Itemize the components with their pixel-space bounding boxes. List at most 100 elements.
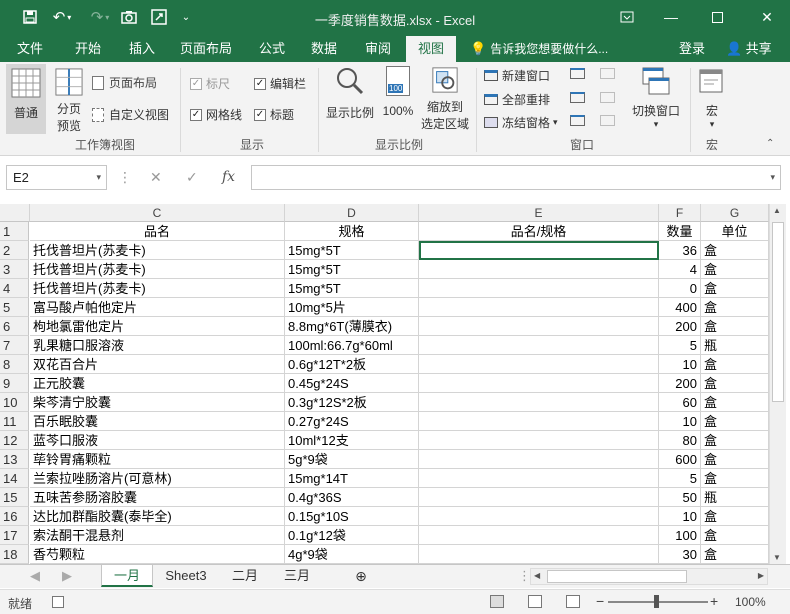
add-sheet-icon[interactable]: ⊕ xyxy=(350,565,372,587)
table-cell[interactable]: 10 xyxy=(659,412,701,431)
tab-review[interactable]: 审阅 xyxy=(356,36,400,62)
zoom-level[interactable]: 100% xyxy=(735,595,766,609)
table-cell[interactable]: 盒 xyxy=(701,526,769,545)
zoom-slider-thumb[interactable] xyxy=(654,595,659,608)
table-cell[interactable]: 正元胶囊 xyxy=(30,374,285,393)
table-cell[interactable]: 盒 xyxy=(701,279,769,298)
table-cell[interactable]: 200 xyxy=(659,317,701,336)
table-cell[interactable]: 托伐普坦片(苏麦卡) xyxy=(30,241,285,260)
table-cell[interactable]: 10mg*5片 xyxy=(285,298,419,317)
tab-file[interactable]: 文件 xyxy=(8,36,52,62)
zoom-out-icon[interactable]: − xyxy=(596,593,604,609)
column-title-cell[interactable]: 数量 xyxy=(659,222,701,241)
share-button[interactable]: 👤 共享 xyxy=(716,36,782,62)
row-header[interactable]: 17 xyxy=(0,526,29,545)
page-break-preview-button[interactable]: 分页 预览 xyxy=(50,64,88,134)
table-cell[interactable]: 盒 xyxy=(701,260,769,279)
table-cell[interactable]: 托伐普坦片(苏麦卡) xyxy=(30,260,285,279)
table-cell[interactable]: 0.27g*24S xyxy=(285,412,419,431)
selected-cell[interactable] xyxy=(419,241,659,260)
page-break-status-icon[interactable] xyxy=(566,595,580,608)
table-cell[interactable]: 荜铃胃痛颗粒 xyxy=(30,450,285,469)
table-cell[interactable]: 80 xyxy=(659,431,701,450)
custom-views-button[interactable]: 自定义视图 xyxy=(92,106,169,123)
headings-checkbox[interactable]: ✓ 标题 xyxy=(254,106,294,123)
scroll-down-icon[interactable]: ▼ xyxy=(773,553,781,562)
vertical-scrollbar[interactable]: ▲ ▼ xyxy=(769,204,786,564)
table-cell[interactable] xyxy=(419,260,659,279)
select-all-corner[interactable] xyxy=(0,204,30,222)
table-cell[interactable]: 15mg*5T xyxy=(285,279,419,298)
table-cell[interactable]: 30 xyxy=(659,545,701,564)
table-cell[interactable]: 50 xyxy=(659,488,701,507)
table-cell[interactable]: 0.6g*12T*2板 xyxy=(285,355,419,374)
tab-home[interactable]: 开始 xyxy=(66,36,110,62)
horizontal-scroll-thumb[interactable] xyxy=(547,570,687,583)
table-cell[interactable]: 200 xyxy=(659,374,701,393)
formula-bar-grip-icon[interactable]: ⋮ xyxy=(118,165,132,190)
tab-view[interactable]: 视图 xyxy=(406,36,456,62)
table-cell[interactable]: 4 xyxy=(659,260,701,279)
row-header[interactable]: 3 xyxy=(0,260,29,279)
table-cell[interactable] xyxy=(419,545,659,564)
table-cell[interactable]: 盒 xyxy=(701,431,769,450)
collapse-ribbon-icon[interactable]: ⌃ xyxy=(766,138,774,149)
next-sheet-icon[interactable]: ▶ xyxy=(60,565,74,587)
table-cell[interactable]: 100ml:66.7g*60ml xyxy=(285,336,419,355)
sync-scroll-button[interactable] xyxy=(600,92,615,103)
column-header-e[interactable]: E xyxy=(419,204,659,222)
table-cell[interactable]: 盒 xyxy=(701,393,769,412)
column-title-cell[interactable]: 品名/规格 xyxy=(419,222,659,241)
name-box[interactable]: E2 ▾ xyxy=(6,165,107,190)
table-cell[interactable]: 36 xyxy=(659,241,701,260)
table-cell[interactable]: 0.4g*36S xyxy=(285,488,419,507)
table-cell[interactable]: 盒 xyxy=(701,241,769,260)
table-cell[interactable]: 盒 xyxy=(701,450,769,469)
minimize-icon[interactable]: — xyxy=(656,4,686,30)
table-cell[interactable]: 柴芩清宁胶囊 xyxy=(30,393,285,412)
sheet-tab-feb[interactable]: 二月 xyxy=(220,565,270,587)
macro-record-icon[interactable] xyxy=(52,596,64,608)
new-window-button[interactable]: 新建窗口 xyxy=(484,67,550,84)
table-cell[interactable] xyxy=(419,374,659,393)
table-cell[interactable]: 盒 xyxy=(701,545,769,564)
table-cell[interactable]: 15mg*5T xyxy=(285,260,419,279)
table-cell[interactable]: 0 xyxy=(659,279,701,298)
formula-bar-checkbox[interactable]: ✓ 编辑栏 xyxy=(254,75,306,92)
row-header[interactable]: 1 xyxy=(0,222,29,241)
table-cell[interactable]: 盒 xyxy=(701,298,769,317)
table-cell[interactable]: 香芍颗粒 xyxy=(30,545,285,564)
expand-formula-bar-icon[interactable]: ▾ xyxy=(770,166,775,189)
table-cell[interactable]: 盒 xyxy=(701,469,769,488)
row-header[interactable]: 4 xyxy=(0,279,29,298)
maximize-icon[interactable] xyxy=(702,4,732,30)
table-cell[interactable]: 10 xyxy=(659,355,701,374)
table-cell[interactable]: 索法酮干混悬剂 xyxy=(30,526,285,545)
column-header-c[interactable]: C xyxy=(30,204,285,222)
horizontal-scrollbar[interactable]: ◀ ▶ xyxy=(530,568,768,585)
insert-function-icon[interactable]: fx xyxy=(222,165,235,190)
table-cell[interactable]: 蓝芩口服液 xyxy=(30,431,285,450)
table-cell[interactable]: 瓶 xyxy=(701,488,769,507)
table-cell[interactable]: 兰索拉唑肠溶片(可意林) xyxy=(30,469,285,488)
prev-sheet-icon[interactable]: ◀ xyxy=(28,565,42,587)
table-cell[interactable] xyxy=(419,526,659,545)
row-header[interactable]: 16 xyxy=(0,507,29,526)
formula-input[interactable]: ▾ xyxy=(251,165,781,190)
zoom-to-selection-button[interactable]: 缩放到 选定区域 xyxy=(418,66,472,132)
table-cell[interactable]: 5 xyxy=(659,336,701,355)
row-header[interactable]: 13 xyxy=(0,450,29,469)
table-cell[interactable]: 瓶 xyxy=(701,336,769,355)
row-header[interactable]: 18 xyxy=(0,545,29,564)
table-cell[interactable]: 富马酸卢帕他定片 xyxy=(30,298,285,317)
scroll-up-icon[interactable]: ▲ xyxy=(773,206,781,215)
sheet-tab-sheet3[interactable]: Sheet3 xyxy=(156,565,216,587)
row-header[interactable]: 9 xyxy=(0,374,29,393)
table-cell[interactable]: 10ml*12支 xyxy=(285,431,419,450)
view-side-by-side-button[interactable] xyxy=(600,68,615,79)
table-cell[interactable]: 0.15g*10S xyxy=(285,507,419,526)
table-cell[interactable]: 600 xyxy=(659,450,701,469)
table-cell[interactable] xyxy=(419,279,659,298)
table-cell[interactable] xyxy=(419,317,659,336)
column-header-f[interactable]: F xyxy=(659,204,701,222)
